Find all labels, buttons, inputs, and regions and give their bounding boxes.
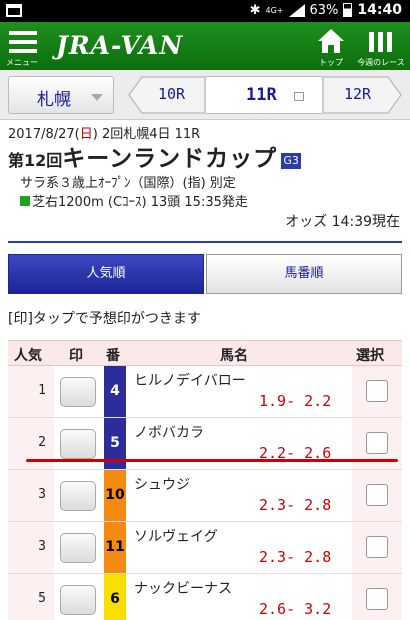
select-checkbox[interactable] <box>366 484 388 506</box>
tab-horse-number-order[interactable]: 馬番順 <box>206 254 402 294</box>
rank-cell: 3 <box>8 522 54 573</box>
popularity-rank: 1 <box>38 383 46 398</box>
mark-button[interactable] <box>60 377 96 407</box>
grade-badge: G3 <box>281 153 302 169</box>
menu-button[interactable]: メニュー <box>6 26 42 67</box>
dropdown-arrow-icon <box>91 94 103 101</box>
header-select: 選択 <box>356 348 384 364</box>
mark-button[interactable] <box>60 481 96 511</box>
battery-icon <box>343 3 353 17</box>
odds-table: 人気 印 番 馬名 選択 1 4 ヒルノデイバロー 1.9- 2.2 2 5 ノ… <box>8 340 402 620</box>
status-icons: ✱ 4G+ 63% 14:40 <box>250 2 402 18</box>
notification-icon <box>6 4 22 17</box>
table-row: 3 10 シュウジ 2.3- 2.8 <box>8 470 402 522</box>
race-conditions: サラ系３歳上ｵｰﾌﾟﾝ（国際）(指) 別定 <box>20 176 236 191</box>
header-mark: 印 <box>69 348 83 364</box>
horse-odds: 2.6- 3.2 <box>259 600 332 618</box>
select-cell <box>352 366 402 417</box>
battery-percent: 63% <box>309 2 339 18</box>
race-weekday: 日 <box>79 127 93 142</box>
status-bar: ✱ 4G+ 63% 14:40 <box>0 0 410 22</box>
mark-button[interactable] <box>60 429 96 459</box>
horse-number: 4 <box>104 366 126 417</box>
popularity-rank: 3 <box>38 487 46 502</box>
top-button[interactable]: トップ <box>314 26 348 68</box>
horse-odds: 2.3- 2.8 <box>259 548 332 566</box>
horse-name[interactable]: ヒルノデイバロー <box>134 370 246 390</box>
venue-label: 札幌 <box>37 90 71 110</box>
race-navigation: 札幌 10R 11R 12R <box>0 70 410 120</box>
tab-popularity-order[interactable]: 人気順 <box>8 254 204 294</box>
horse-number: 6 <box>104 574 126 620</box>
race-course-line: 芝右1200m (Cｺｰｽ) 13頭 15:35発走 <box>8 193 404 212</box>
rank-cell: 3 <box>8 470 54 521</box>
app-header: メニュー JRA-VAN トップ 今週のレース <box>0 22 410 70</box>
mark-button[interactable] <box>60 533 96 563</box>
race-info: 2017/8/27(日) 2回札幌4日 11R 第12回キーンランドカップ G3 … <box>8 126 404 232</box>
horse-number: 10 <box>104 470 126 521</box>
header-name: 馬名 <box>220 348 248 364</box>
horse-name[interactable]: シュウジ <box>134 474 190 494</box>
horse-name[interactable]: ナックビーナス <box>134 578 232 598</box>
race-date-line: 2017/8/27(日) 2回札幌4日 11R <box>8 126 404 144</box>
select-checkbox[interactable] <box>366 380 388 402</box>
popularity-rank: 3 <box>38 539 46 554</box>
race-name: キーンランドカップ <box>62 146 278 172</box>
popularity-rank: 2 <box>38 435 46 450</box>
horse-name[interactable]: ノボバカラ <box>134 422 204 442</box>
odds-timestamp: オッズ 14:39現在 <box>285 214 400 230</box>
clock: 14:40 <box>357 2 402 18</box>
network-type: 4G+ <box>265 5 284 15</box>
select-checkbox[interactable] <box>366 536 388 558</box>
next-race-button[interactable]: 12R <box>322 76 402 114</box>
race-course: 芝右1200m (Cｺｰｽ) 13頭 15:35発走 <box>32 195 248 210</box>
mark-button[interactable] <box>60 585 96 615</box>
header-number: 番 <box>106 348 120 364</box>
table-row: 1 4 ヒルノデイバロー 1.9- 2.2 <box>8 366 402 418</box>
table-row: 2 5 ノボバカラ 2.2- 2.6 <box>8 418 402 470</box>
table-row: 5 6 ナックビーナス 2.6- 3.2 <box>8 574 402 620</box>
document-icon <box>294 92 304 101</box>
annotation-underline <box>26 459 398 462</box>
rank-cell: 1 <box>8 366 54 417</box>
prev-race-label: 10R <box>158 85 186 103</box>
current-race-label: 11R <box>246 85 277 105</box>
horse-name[interactable]: ソルヴェイグ <box>134 526 218 546</box>
menu-label: メニュー <box>6 58 38 67</box>
race-edition: 第12回 <box>8 151 63 170</box>
sort-tabs: 人気順 馬番順 <box>8 254 402 294</box>
horse-number: 11 <box>104 522 126 573</box>
rank-cell: 5 <box>8 574 54 620</box>
race-date: 2017/8/27( <box>8 127 80 142</box>
venue-select[interactable]: 札幌 <box>8 76 114 114</box>
select-checkbox[interactable] <box>366 432 388 454</box>
mark-hint: [印]タップで予想印がつきます <box>8 311 201 327</box>
table-header: 人気 印 番 馬名 選択 <box>8 340 402 366</box>
home-icon <box>318 29 344 53</box>
turf-square-icon <box>20 196 30 206</box>
race-meeting: ) 2回札幌4日 11R <box>92 127 201 142</box>
top-label: トップ <box>319 58 343 67</box>
bluetooth-icon: ✱ <box>249 2 261 18</box>
columns-icon <box>369 32 393 52</box>
brand-logo: JRA-VAN <box>56 31 184 60</box>
select-cell <box>352 574 402 620</box>
header-rank: 人気 <box>14 348 42 364</box>
divider <box>8 241 402 243</box>
race-title: 第12回キーンランドカップ G3 <box>8 144 404 174</box>
signal-icon <box>288 3 305 17</box>
weekly-races-label: 今週のレース <box>357 58 405 67</box>
next-race-label: 12R <box>344 85 372 103</box>
weekly-races-button[interactable]: 今週のレース <box>354 26 408 68</box>
hamburger-icon <box>9 31 37 53</box>
prev-race-button[interactable]: 10R <box>128 76 206 114</box>
table-row: 3 11 ソルヴェイグ 2.3- 2.8 <box>8 522 402 574</box>
select-cell <box>352 522 402 573</box>
horse-odds: 1.9- 2.2 <box>259 392 332 410</box>
select-checkbox[interactable] <box>366 588 388 610</box>
horse-odds: 2.3- 2.8 <box>259 496 332 514</box>
select-cell <box>352 470 402 521</box>
popularity-rank: 5 <box>38 591 46 606</box>
current-race-tab[interactable]: 11R <box>206 76 322 114</box>
